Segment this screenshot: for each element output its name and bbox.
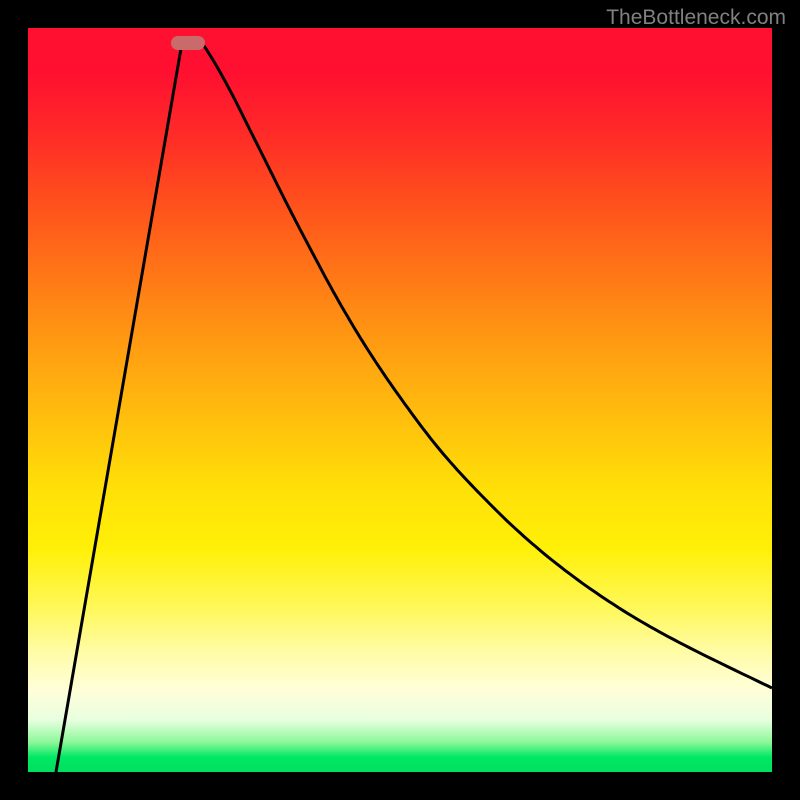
curve-svg xyxy=(28,28,772,772)
left-line-path xyxy=(56,37,183,772)
marker-pill xyxy=(171,36,205,50)
watermark-text: TheBottleneck.com xyxy=(606,6,786,30)
plot-area xyxy=(28,28,772,772)
chart-frame: TheBottleneck.com xyxy=(0,0,800,800)
right-curve-path xyxy=(198,37,772,688)
